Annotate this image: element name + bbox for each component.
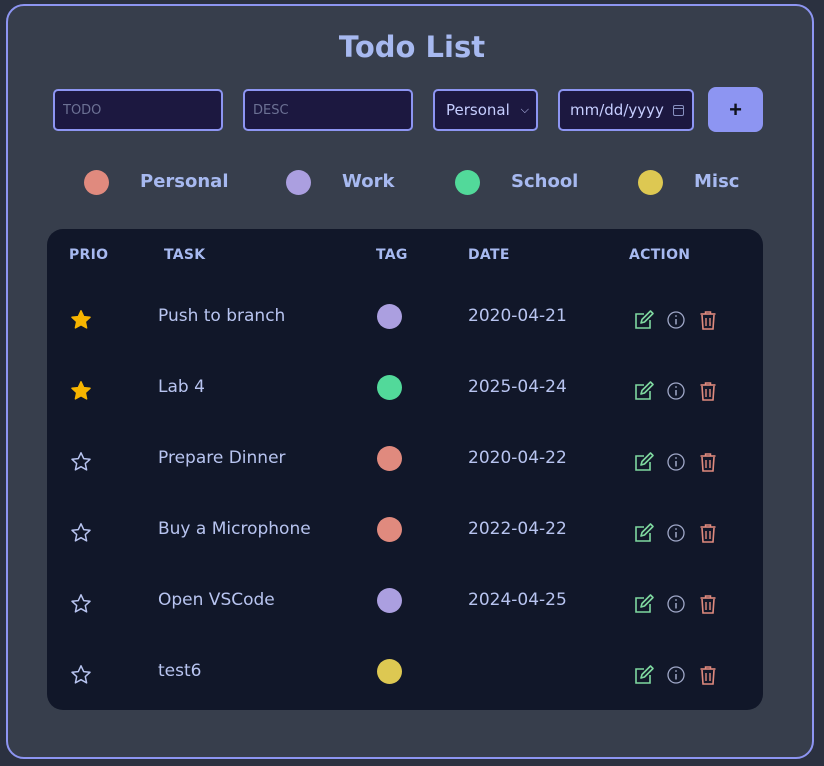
star-filled-icon[interactable] [70,309,92,331]
tag-dot [377,659,402,684]
todo-input[interactable] [53,89,223,131]
desc-input[interactable] [243,89,413,131]
tag-dot [377,517,402,542]
edit-icon[interactable] [633,380,655,402]
task-name: test6 [158,661,202,681]
trash-icon[interactable] [697,664,719,686]
header-date: DATE [468,247,510,263]
info-icon[interactable] [665,522,687,544]
calendar-icon[interactable] [673,104,684,116]
legend-label-misc: Misc [694,171,740,192]
date-placeholder: mm/dd/yyyy [570,101,664,119]
add-todo-button[interactable]: + [708,87,763,132]
edit-icon[interactable] [633,451,655,473]
legend-label-school: School [511,171,579,192]
legend-label-personal: Personal [140,171,229,192]
header-prio: PRIO [69,247,109,263]
task-name: Open VSCode [158,590,275,610]
task-name: Buy a Microphone [158,519,311,539]
tag-select[interactable]: Personal ⌵ [433,89,538,131]
tag-dot [377,588,402,613]
info-icon[interactable] [665,309,687,331]
star-outline-icon[interactable] [70,451,92,473]
info-icon[interactable] [665,664,687,686]
tag-dot [377,304,402,329]
edit-icon[interactable] [633,664,655,686]
legend-label-work: Work [342,171,395,192]
star-outline-icon[interactable] [70,522,92,544]
tag-dot [377,375,402,400]
task-date: 2020-04-21 [468,306,567,326]
date-input[interactable]: mm/dd/yyyy [558,89,694,131]
trash-icon[interactable] [697,522,719,544]
legend-dot-school [455,170,480,195]
edit-icon[interactable] [633,309,655,331]
chevron-down-icon: ⌵ [520,103,529,116]
task-date: 2025-04-24 [468,377,567,397]
legend-dot-personal [84,170,109,195]
edit-icon[interactable] [633,522,655,544]
task-date: 2020-04-22 [468,448,567,468]
legend-dot-misc [638,170,663,195]
trash-icon[interactable] [697,380,719,402]
star-outline-icon[interactable] [70,664,92,686]
info-icon[interactable] [665,593,687,615]
page-title: Todo List [338,30,486,64]
trash-icon[interactable] [697,451,719,473]
star-outline-icon[interactable] [70,593,92,615]
info-icon[interactable] [665,451,687,473]
todo-table [47,229,763,710]
trash-icon[interactable] [697,309,719,331]
task-name: Lab 4 [158,377,205,397]
task-name: Prepare Dinner [158,448,286,468]
header-task: TASK [164,247,206,263]
trash-icon[interactable] [697,593,719,615]
task-date: 2022-04-22 [468,519,567,539]
star-filled-icon[interactable] [70,380,92,402]
task-name: Push to branch [158,306,286,326]
edit-icon[interactable] [633,593,655,615]
tag-select-value: Personal [446,101,510,119]
legend-dot-work [286,170,311,195]
task-date: 2024-04-25 [468,590,567,610]
info-icon[interactable] [665,380,687,402]
header-action: ACTION [629,247,691,263]
tag-dot [377,446,402,471]
header-tag: TAG [376,247,408,263]
